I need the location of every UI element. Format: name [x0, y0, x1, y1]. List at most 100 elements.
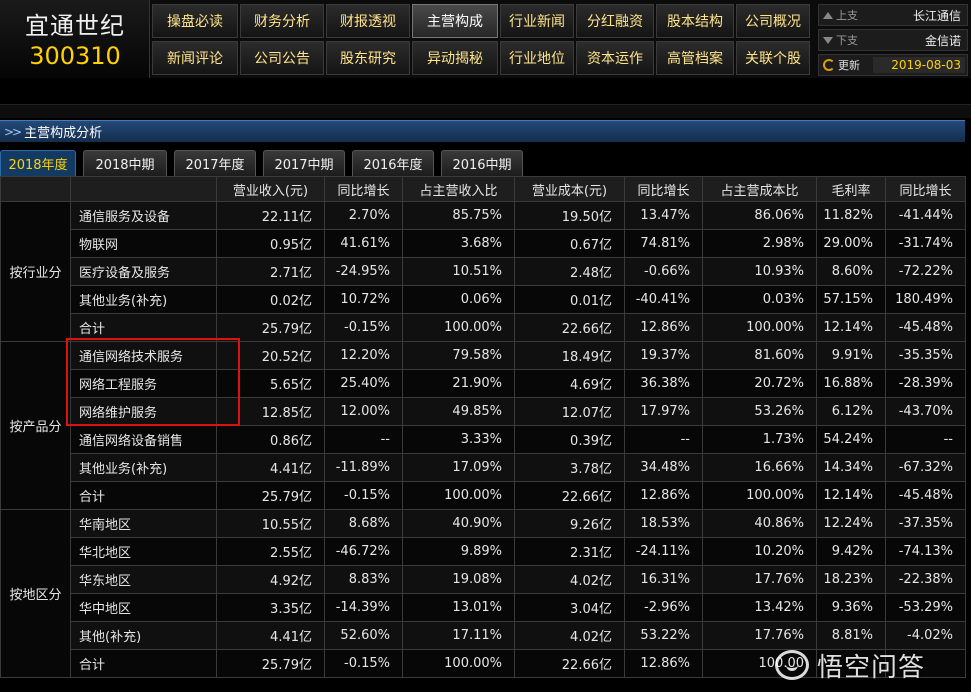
table-cell: 13.42%: [702, 593, 817, 622]
group-label: 按行业分: [0, 201, 71, 342]
table-cell: -31.74%: [885, 229, 966, 258]
table-cell: 53.22%: [624, 621, 703, 650]
table-cell: -2.96%: [624, 593, 703, 622]
table-cell: 10.55亿: [216, 509, 325, 538]
nav-item[interactable]: 分红融资: [576, 4, 654, 38]
table-row: 网络维护服务 12.85亿 12.00% 49.85% 12.07亿 17.97% 53.2…: [1, 397, 966, 426]
table-cell: 12.00%: [324, 397, 403, 426]
period-tab[interactable]: 2017中期: [263, 150, 345, 176]
table-cell: 2.48亿: [514, 257, 625, 286]
table-cell: 100.00%: [402, 313, 515, 342]
prev-label: 上支: [836, 9, 858, 22]
period-tab[interactable]: 2018中期: [83, 150, 167, 176]
table-cell: --: [885, 425, 966, 454]
table-cell: 86.06%: [702, 201, 817, 230]
row-label: 华东地区: [70, 565, 217, 594]
table-cell: 8.81%: [816, 621, 886, 650]
table-cell: -45.48%: [885, 481, 966, 510]
nav-item[interactable]: 行业新闻: [500, 4, 574, 38]
table-row: 医疗设备及服务 2.71亿 -24.95% 10.51% 2.48亿 -0.66% 10.9…: [1, 257, 966, 286]
nav-item[interactable]: 公司概况: [736, 4, 810, 38]
table-row: 合计 25.79亿 -0.15% 100.00% 22.66亿 12.86% 100.00: [1, 649, 966, 678]
table-cell: -0.15%: [324, 313, 403, 342]
table-cell: 3.78亿: [514, 453, 625, 482]
table-cell: 100.00%: [402, 649, 515, 678]
table-body: 按行业分 通信服务及设备 22.11亿 2.70% 85.75% 19.50亿 13.47%…: [0, 201, 966, 678]
table-cell: --: [624, 425, 703, 454]
table-cell: 2.55亿: [216, 537, 325, 566]
column-header: 同比增长: [324, 176, 403, 202]
nav-item[interactable]: 股东研究: [326, 41, 410, 75]
table-cell: -35.35%: [885, 341, 966, 370]
table-cell: -46.72%: [324, 537, 403, 566]
table-cell: 20.72%: [702, 369, 817, 398]
table-cell: 0.39亿: [514, 425, 625, 454]
table-cell: 3.35亿: [216, 593, 325, 622]
table-row: 按产品分 通信网络技术服务 20.52亿 12.20% 79.58% 18.49亿 19.3…: [0, 341, 966, 510]
nav-item[interactable]: 操盘必读: [152, 4, 238, 38]
table-cell: 20.52亿: [216, 341, 325, 370]
arrow-down-icon: [823, 36, 833, 44]
table-cell: 10.93%: [702, 257, 817, 286]
table-cell: 81.60%: [702, 341, 817, 370]
nav-item[interactable]: 行业地位: [500, 41, 574, 75]
row-label: 其他业务(补充): [70, 285, 217, 314]
table-row: 其他业务(补充) 0.02亿 10.72% 0.06% 0.01亿 -40.41% 0.03…: [1, 285, 966, 314]
period-tab[interactable]: 2016中期: [441, 150, 523, 176]
side-panel: 上支 长江通信 下支 金信诺 更新 2019-08-03: [818, 4, 968, 76]
nav-item[interactable]: 主营构成: [412, 4, 498, 38]
table-cell: 36.38%: [624, 369, 703, 398]
table-cell: 22.66亿: [514, 649, 625, 678]
period-tab[interactable]: 2018年度: [0, 150, 76, 176]
table-cell: 2.70%: [324, 201, 403, 230]
table-cell: 49.85%: [402, 397, 515, 426]
column-header: 同比增长: [885, 176, 966, 202]
period-tab[interactable]: 2016年度: [352, 150, 434, 176]
nav-item[interactable]: 资本运作: [576, 41, 654, 75]
update-date: 2019-08-03: [873, 57, 965, 73]
table-cell: 8.68%: [324, 509, 403, 538]
table-cell: -0.15%: [324, 481, 403, 510]
row-label: 合计: [70, 481, 217, 510]
table-cell: 85.75%: [402, 201, 515, 230]
next-stock-link[interactable]: 下支 金信诺: [818, 29, 968, 51]
table-cell: 10.72%: [324, 285, 403, 314]
nav-item[interactable]: 财报透视: [326, 4, 410, 38]
table-cell: -28.39%: [885, 369, 966, 398]
period-tab[interactable]: 2017年度: [174, 150, 256, 176]
row-label: 华中地区: [70, 593, 217, 622]
row-label: 通信服务及设备: [70, 201, 217, 230]
group-label: 按产品分: [0, 341, 71, 510]
table-cell: -0.66%: [624, 257, 703, 286]
nav-item[interactable]: 公司公告: [240, 41, 324, 75]
table-cell: 13.47%: [624, 201, 703, 230]
table-cell: -41.44%: [885, 201, 966, 230]
column-header: 营业成本(元): [514, 176, 625, 202]
nav-item[interactable]: 异动揭秘: [412, 41, 498, 75]
divider-bar: [0, 104, 971, 118]
next-stock-value: 金信诺: [924, 33, 961, 48]
table-cell: -14.39%: [324, 593, 403, 622]
update-button[interactable]: 更新 2019-08-03: [818, 54, 968, 76]
arrow-up-icon: [823, 11, 833, 19]
header: 宜通世纪 300310 操盘必读 财务分析 财报透视 主营构成 行业新闻 分红融资 股本结构…: [0, 0, 971, 78]
nav-item[interactable]: 高管档案: [656, 41, 734, 75]
prev-stock-link[interactable]: 上支 长江通信: [818, 4, 968, 26]
row-label: 医疗设备及服务: [70, 257, 217, 286]
nav-item[interactable]: 关联个股: [736, 41, 810, 75]
table-header-row: 营业收入(元) 同比增长 占主营收入比 营业成本(元) 同比增长 占主营成本比 毛利率 同比增…: [0, 176, 966, 202]
nav-item[interactable]: 新闻评论: [152, 41, 238, 75]
table-cell: 14.34%: [816, 453, 886, 482]
table-cell: 22.66亿: [514, 481, 625, 510]
table-cell: -37.35%: [885, 509, 966, 538]
table-cell: 12.20%: [324, 341, 403, 370]
column-header: 同比增长: [624, 176, 703, 202]
table-cell: 19.37%: [624, 341, 703, 370]
table-cell: 57.15%: [816, 285, 886, 314]
nav-item[interactable]: 财务分析: [240, 4, 324, 38]
table-cell: 22.66亿: [514, 313, 625, 342]
nav-item[interactable]: 股本结构: [656, 4, 734, 38]
table-cell: 0.02亿: [216, 285, 325, 314]
table-cell: 13.01%: [402, 593, 515, 622]
table-cell: 17.11%: [402, 621, 515, 650]
